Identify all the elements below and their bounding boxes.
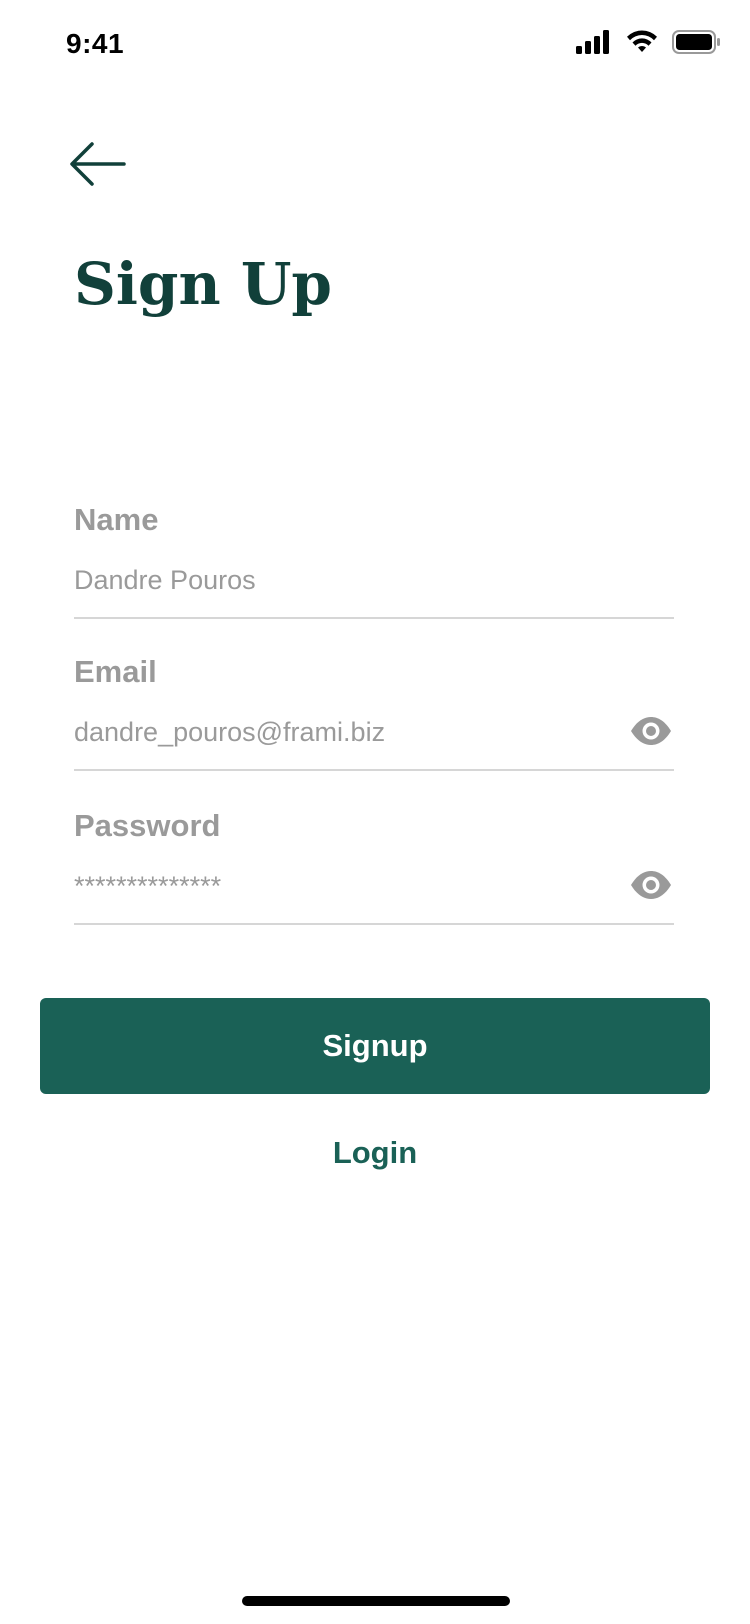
name-field-group: Name <box>74 492 674 619</box>
name-field-row <box>74 555 674 619</box>
email-field-row <box>74 707 674 771</box>
password-label: Password <box>74 808 221 843</box>
eye-icon[interactable] <box>630 869 672 901</box>
password-input[interactable] <box>74 861 594 911</box>
status-icons <box>576 30 720 54</box>
battery-icon <box>672 30 720 54</box>
name-input[interactable] <box>74 555 594 605</box>
status-time: 9:41 <box>66 28 125 59</box>
arrow-left-icon <box>68 142 132 194</box>
back-button[interactable] <box>68 138 132 190</box>
page-title: Sign Up <box>74 250 332 318</box>
signup-button[interactable]: Signup <box>40 998 710 1094</box>
password-field-row <box>74 861 674 925</box>
wifi-icon <box>626 30 658 54</box>
login-link[interactable]: Login <box>0 1135 750 1171</box>
email-label: Email <box>74 654 157 689</box>
cellular-signal-icon <box>576 30 612 54</box>
eye-icon[interactable] <box>630 715 672 747</box>
home-indicator <box>242 1596 510 1606</box>
signup-form: Name Email Password <box>74 492 674 925</box>
password-field-group: Password <box>74 798 674 925</box>
email-input[interactable] <box>74 707 594 757</box>
name-label: Name <box>74 502 159 537</box>
status-bar: 9:41 <box>0 0 750 96</box>
email-field-group: Email <box>74 644 674 771</box>
